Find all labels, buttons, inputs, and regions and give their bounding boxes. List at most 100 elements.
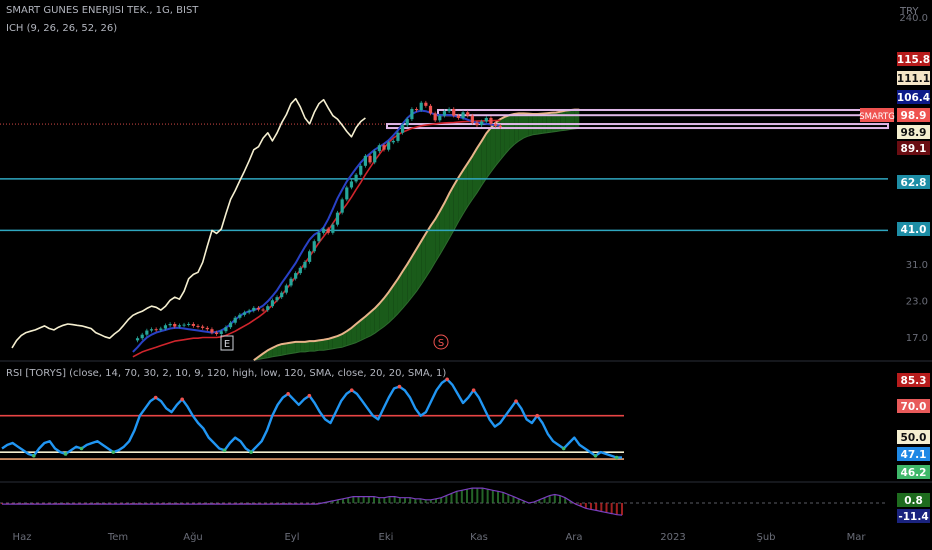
rsi-trough-dot <box>614 455 619 460</box>
rsi-trough-dot <box>31 453 36 458</box>
oscillator-bar <box>466 489 468 503</box>
chart-stage: E S 240.0 17.0 23.0 31.0 Haz Tem Ağu Eyl Eki Kas Ar… <box>0 13 932 543</box>
osc-price-label[interactable]: -11.4 <box>897 509 930 523</box>
oscillator-bar <box>398 497 401 503</box>
oscillator-line <box>2 487 623 516</box>
oscillator-bar <box>486 489 489 503</box>
rsi-peak-dot <box>286 392 290 396</box>
zone-box <box>386 123 889 130</box>
rsi-price-label-text: 46.2 <box>901 467 927 479</box>
candle-body <box>215 332 219 334</box>
rsi-price-label-text: 47.1 <box>901 449 927 461</box>
candle-body <box>363 155 367 166</box>
price-label-text: 115.8 <box>897 54 930 66</box>
candle-body <box>298 267 302 274</box>
oscillator-bar <box>600 503 603 512</box>
candle-body <box>219 331 223 334</box>
candle-body <box>438 115 442 121</box>
oscillator-bar <box>590 503 592 510</box>
candle-body <box>410 109 414 120</box>
candle-body <box>168 323 172 326</box>
candle-body <box>373 151 377 163</box>
oscillator-bar <box>553 494 556 503</box>
candle-body <box>154 329 158 331</box>
price-label-text: 89.1 <box>901 143 927 155</box>
candle-body <box>387 142 391 150</box>
rsi-price-label[interactable]: 70.0 <box>897 399 930 413</box>
candle-body <box>252 307 256 311</box>
candle-body <box>335 212 340 225</box>
x-axis-label: Eki <box>379 532 394 543</box>
oscillator-bar <box>367 496 370 503</box>
price-label[interactable]: 115.8 <box>897 52 930 66</box>
senkou-b-line <box>253 127 580 361</box>
oscillator-bar <box>507 494 510 503</box>
candle-body <box>140 334 144 339</box>
oscillator-bar <box>595 503 598 511</box>
candle-body <box>349 181 354 188</box>
price-label[interactable]: 98.9 <box>897 125 930 139</box>
candle-body <box>326 228 330 233</box>
candle-body <box>433 113 437 121</box>
oscillator-bar <box>491 490 494 503</box>
rsi-price-label[interactable]: 46.2 <box>897 465 930 479</box>
rsi-trough-dot <box>593 453 598 458</box>
candle-body <box>289 278 293 286</box>
osc-price-label[interactable]: 0.8 <box>897 493 930 507</box>
cloud-segment <box>490 122 496 172</box>
x-axis-label: Eyl <box>284 532 299 543</box>
candle-body <box>159 328 163 330</box>
oscillator-bar <box>450 493 453 503</box>
oscillator-bar <box>476 488 479 503</box>
price-panel: E S 240.0 17.0 23.0 31.0 <box>0 13 932 483</box>
y-tick-label: 23.0 <box>906 296 928 307</box>
candle-body <box>428 105 433 114</box>
candle-body <box>368 155 372 163</box>
price-scale[interactable]: 115.8 111.1 106.4 98.9 SMARTG 98.9 89.1 62.8 41.… <box>859 52 930 523</box>
rsi-peak-dot <box>445 377 449 382</box>
candle-body <box>321 228 326 233</box>
oscillator-bar <box>409 497 412 503</box>
marker-e-label: E <box>224 339 230 350</box>
x-axis-label: Kas <box>470 532 488 543</box>
candle-body <box>247 310 251 313</box>
oscillator-bar <box>559 495 561 503</box>
oscillator-bar <box>388 496 391 503</box>
price-label[interactable]: 106.4 <box>897 90 930 104</box>
cloud-segment <box>509 113 515 149</box>
candle-body <box>470 115 474 123</box>
candle-body <box>391 140 395 143</box>
candle-body <box>331 224 335 233</box>
candle-body <box>233 317 237 323</box>
rsi-peak-dot <box>535 413 540 418</box>
rsi-peak-dot <box>180 397 184 402</box>
price-label-text: 62.8 <box>901 177 927 189</box>
oscillator-bar <box>347 497 350 503</box>
rsi-price-label[interactable]: 85.3 <box>897 373 930 387</box>
price-label[interactable]: 41.0 <box>897 222 930 236</box>
candle-body <box>201 326 205 328</box>
oscillator-bar <box>455 491 458 503</box>
oscillator-bar <box>610 503 613 514</box>
rsi-peak-dot <box>397 384 402 389</box>
rsi-price-label[interactable]: 50.0 <box>897 430 930 444</box>
rsi-trough-dot <box>79 446 84 451</box>
candle-body <box>294 273 298 279</box>
y-tick-label: 31.0 <box>906 260 928 271</box>
candle-body <box>442 111 447 116</box>
price-label[interactable]: 89.1 <box>897 141 930 155</box>
candle-body <box>261 309 265 311</box>
cloud-segment <box>486 127 491 179</box>
rsi-trough-dot <box>111 450 116 454</box>
price-label[interactable]: 62.8 <box>897 175 930 189</box>
candle-body <box>270 300 274 307</box>
candle-body <box>173 323 177 327</box>
candle-body <box>312 241 316 252</box>
price-label[interactable]: 111.1 <box>897 71 930 85</box>
oscillator-bar <box>621 503 623 516</box>
candle-body <box>275 297 279 301</box>
senkou-a-line <box>253 108 580 362</box>
symbol-badge-text: SMARTG <box>859 112 895 122</box>
rsi-price-label[interactable]: 47.1 <box>897 447 930 461</box>
price-label[interactable]: 98.9 <box>897 108 930 122</box>
